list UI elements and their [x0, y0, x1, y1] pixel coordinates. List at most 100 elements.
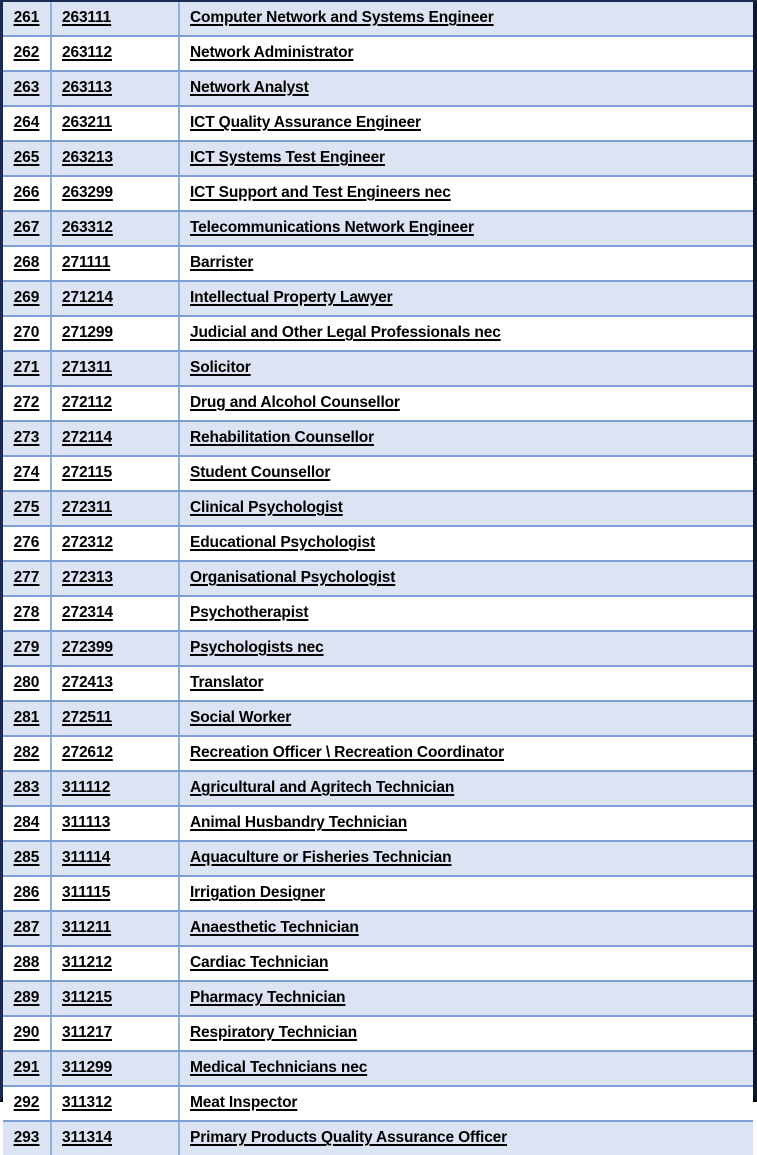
- row-index-cell: 286: [3, 876, 52, 912]
- occupation-title-text: Aquaculture or Fisheries Technician: [190, 849, 452, 867]
- occupation-title-cell: Judicial and Other Legal Professionals n…: [179, 316, 753, 352]
- row-index-text: 273: [13, 429, 40, 447]
- row-index-cell: 262: [3, 36, 52, 72]
- occupation-title-text: Student Counsellor: [190, 464, 331, 482]
- occupation-code-text: 311115: [62, 884, 111, 902]
- occupation-title-text: Network Analyst: [190, 79, 309, 97]
- table-row[interactable]: 281 272511 Social Worker: [3, 701, 753, 737]
- occupation-code-cell: 311114: [51, 841, 180, 877]
- occupation-code-text: 311217: [62, 1024, 112, 1042]
- occupation-title-cell: Barrister: [179, 246, 753, 282]
- occupation-code-cell: 263113: [51, 71, 180, 107]
- table-row[interactable]: 279 272399 Psychologists nec: [3, 631, 753, 667]
- occupation-title-text: Rehabilitation Counsellor: [190, 429, 374, 447]
- table-row[interactable]: 293 311314 Primary Products Quality Assura…: [3, 1121, 753, 1155]
- row-index-cell: 277: [3, 561, 52, 597]
- row-index-cell: 261: [3, 2, 52, 37]
- table-row[interactable]: 271 271311 Solicitor: [3, 351, 753, 387]
- table-row[interactable]: 277 272313 Organisational Psychologist: [3, 561, 753, 597]
- table-row[interactable]: 290 311217 Respiratory Technician: [3, 1016, 753, 1052]
- occupation-code-text: 272313: [62, 569, 113, 587]
- occupation-table-body: 261 263111 Computer Network and Systems En…: [3, 2, 753, 1155]
- occupation-code-text: 271311: [62, 359, 112, 377]
- row-index-text: 281: [13, 709, 40, 727]
- occupation-title-text: ICT Systems Test Engineer: [190, 149, 385, 167]
- occupation-code-text: 271299: [62, 324, 113, 342]
- table-row[interactable]: 291 311299 Medical Technicians nec: [3, 1051, 753, 1087]
- occupation-code-text: 263113: [62, 79, 112, 97]
- table-row[interactable]: 266 263299 ICT Support and Test Engineers …: [3, 176, 753, 212]
- table-row[interactable]: 263 263113 Network Analyst: [3, 71, 753, 107]
- occupation-title-cell: Medical Technicians nec: [179, 1051, 753, 1087]
- table-row[interactable]: 289 311215 Pharmacy Technician: [3, 981, 753, 1017]
- occupation-code-text: 272612: [62, 744, 113, 762]
- occupation-code-text: 272511: [62, 709, 112, 727]
- occupation-title-text: Solicitor: [190, 359, 251, 377]
- row-index-text: 266: [13, 184, 40, 202]
- row-index-text: 262: [13, 44, 40, 62]
- row-index-text: 278: [13, 604, 40, 622]
- row-index-text: 265: [13, 149, 40, 167]
- occupation-code-cell: 311314: [51, 1121, 180, 1155]
- row-index-cell: 278: [3, 596, 52, 632]
- table-row[interactable]: 276 272312 Educational Psychologist: [3, 526, 753, 562]
- row-index-text: 271: [13, 359, 40, 377]
- row-index-cell: 276: [3, 526, 52, 562]
- table-row[interactable]: 280 272413 Translator: [3, 666, 753, 702]
- table-row[interactable]: 282 272612 Recreation Officer \ Recreation…: [3, 736, 753, 772]
- table-row[interactable]: 278 272314 Psychotherapist: [3, 596, 753, 632]
- table-row[interactable]: 288 311212 Cardiac Technician: [3, 946, 753, 982]
- table-row[interactable]: 286 311115 Irrigation Designer: [3, 876, 753, 912]
- occupation-title-cell: Aquaculture or Fisheries Technician: [179, 841, 753, 877]
- table-row[interactable]: 284 311113 Animal Husbandry Technician: [3, 806, 753, 842]
- row-index-cell: 272: [3, 386, 52, 422]
- occupation-code-cell: 311215: [51, 981, 180, 1017]
- row-index-text: 263: [13, 79, 40, 97]
- row-index-text: 290: [13, 1024, 40, 1042]
- row-index-text: 268: [13, 254, 40, 272]
- table-row[interactable]: 275 272311 Clinical Psychologist: [3, 491, 753, 527]
- table-row[interactable]: 273 272114 Rehabilitation Counsellor: [3, 421, 753, 457]
- occupation-code-cell: 271214: [51, 281, 180, 317]
- row-index-text: 282: [13, 744, 40, 762]
- occupation-title-cell: ICT Systems Test Engineer: [179, 141, 753, 177]
- table-row[interactable]: 285 311114 Aquaculture or Fisheries Techni…: [3, 841, 753, 877]
- table-row[interactable]: 283 311112 Agricultural and Agritech Techn…: [3, 771, 753, 807]
- table-row[interactable]: 274 272115 Student Counsellor: [3, 456, 753, 492]
- occupation-title-cell: Organisational Psychologist: [179, 561, 753, 597]
- occupation-title-text: Barrister: [190, 254, 254, 272]
- occupation-title-text: Social Worker: [190, 709, 292, 727]
- occupation-code-text: 311215: [62, 989, 112, 1007]
- occupation-code-cell: 272311: [51, 491, 180, 527]
- occupation-code-cell: 272399: [51, 631, 180, 667]
- occupation-title-text: Primary Products Quality Assurance Offic…: [190, 1129, 508, 1147]
- row-index-text: 280: [13, 674, 40, 692]
- occupation-code-cell: 263112: [51, 36, 180, 72]
- occupation-title-cell: Animal Husbandry Technician: [179, 806, 753, 842]
- occupation-code-text: 311113: [62, 814, 111, 832]
- row-index-cell: 289: [3, 981, 52, 1017]
- table-row[interactable]: 264 263211 ICT Quality Assurance Engineer: [3, 106, 753, 142]
- table-row[interactable]: 270 271299 Judicial and Other Legal Profes…: [3, 316, 753, 352]
- table-row[interactable]: 267 263312 Telecommunications Network Engi…: [3, 211, 753, 247]
- occupation-title-text: Translator: [190, 674, 264, 692]
- row-index-cell: 290: [3, 1016, 52, 1052]
- table-row[interactable]: 269 271214 Intellectual Property Lawyer: [3, 281, 753, 317]
- table-row[interactable]: 262 263112 Network Administrator: [3, 36, 753, 72]
- occupation-title-cell: Respiratory Technician: [179, 1016, 753, 1052]
- occupation-title-text: Telecommunications Network Engineer: [190, 219, 474, 237]
- occupation-code-cell: 263299: [51, 176, 180, 212]
- occupation-title-cell: Primary Products Quality Assurance Offic…: [179, 1121, 753, 1155]
- row-index-cell: 280: [3, 666, 52, 702]
- table-row[interactable]: 268 271111 Barrister: [3, 246, 753, 282]
- table-row[interactable]: 272 272112 Drug and Alcohol Counsellor: [3, 386, 753, 422]
- occupation-code-text: 271214: [62, 289, 113, 307]
- occupation-code-text: 263112: [62, 44, 112, 62]
- table-row[interactable]: 287 311211 Anaesthetic Technician: [3, 911, 753, 947]
- row-index-cell: 271: [3, 351, 52, 387]
- table-row[interactable]: 265 263213 ICT Systems Test Engineer: [3, 141, 753, 177]
- occupation-table: 261 263111 Computer Network and Systems En…: [3, 2, 753, 1155]
- table-row[interactable]: 261 263111 Computer Network and Systems En…: [3, 2, 753, 37]
- occupation-title-cell: Translator: [179, 666, 753, 702]
- table-row[interactable]: 292 311312 Meat Inspector: [3, 1086, 753, 1122]
